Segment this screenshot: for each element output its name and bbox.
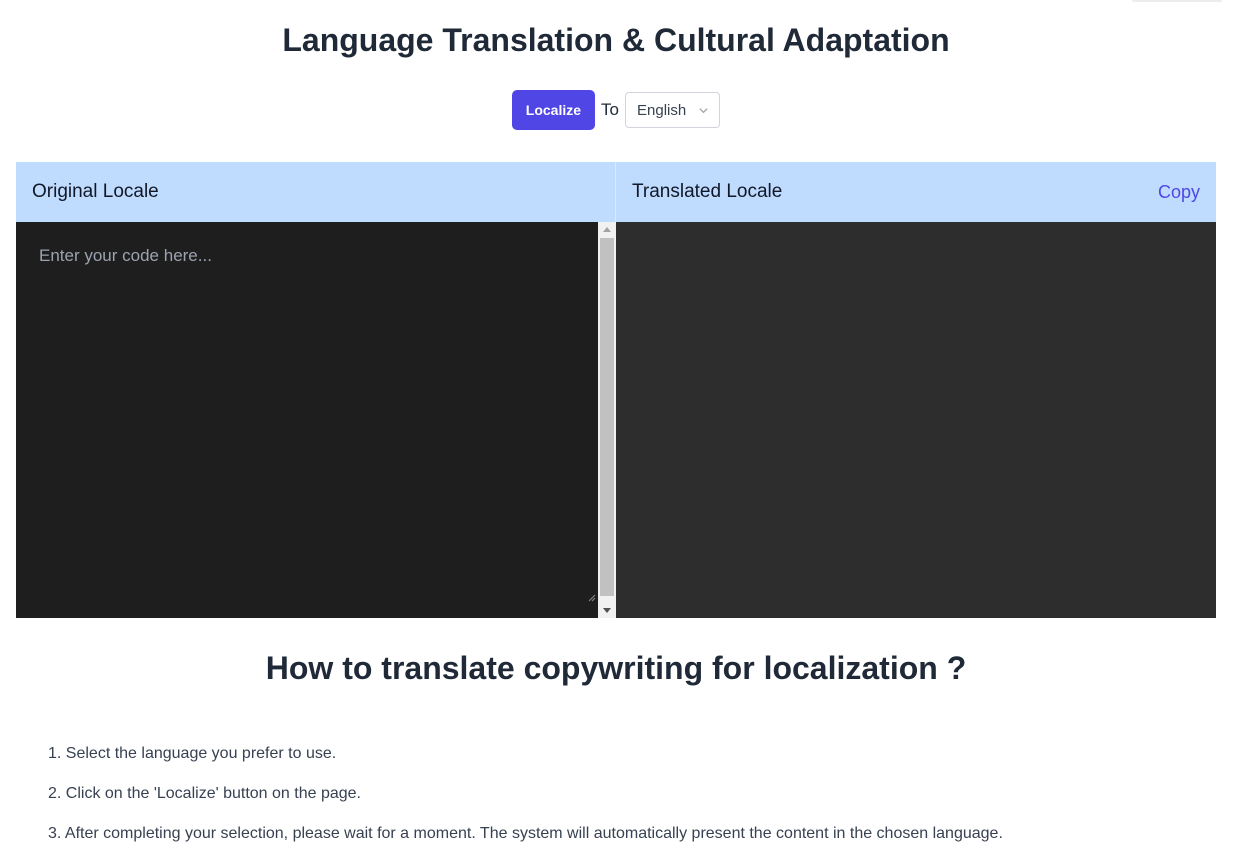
translated-locale-panel: Translated Locale Copy (616, 162, 1216, 618)
original-locale-title: Original Locale (32, 181, 159, 202)
original-locale-header: Original Locale (16, 162, 616, 222)
howto-step: 3. After completing your selection, plea… (48, 825, 1003, 842)
copy-button[interactable]: Copy (1158, 182, 1200, 203)
translated-locale-title: Translated Locale (632, 181, 783, 202)
editor-panels: Original Locale Translated Locale Copy (16, 162, 1216, 618)
translated-output (616, 222, 1216, 618)
page-title: Language Translation & Cultural Adaptati… (282, 22, 950, 58)
scroll-down-arrow-icon[interactable] (603, 608, 611, 613)
code-input[interactable] (16, 222, 598, 610)
resize-handle-icon[interactable] (586, 592, 596, 602)
original-locale-panel: Original Locale (16, 162, 616, 618)
scroll-up-arrow-icon[interactable] (603, 227, 611, 232)
howto-steps-list: 1. Select the language you prefer to use… (48, 742, 1003, 862)
howto-heading: How to translate copywriting for localiz… (265, 650, 967, 686)
howto-step: 2. Click on the 'Localize' button on the… (48, 785, 361, 802)
howto-step: 1. Select the language you prefer to use… (48, 745, 337, 762)
translated-locale-header: Translated Locale Copy (616, 162, 1216, 222)
localize-controls: Localize To English (0, 90, 1232, 130)
top-corner-tab (1132, 0, 1222, 2)
language-select[interactable]: English (625, 92, 721, 128)
editor-scrollbar[interactable] (598, 222, 616, 618)
scrollbar-thumb[interactable] (600, 238, 614, 596)
original-editor (16, 222, 616, 618)
localize-button[interactable]: Localize (511, 90, 596, 130)
chevron-down-icon (699, 107, 708, 113)
language-select-value: English (637, 101, 687, 119)
to-label: To (601, 100, 619, 119)
